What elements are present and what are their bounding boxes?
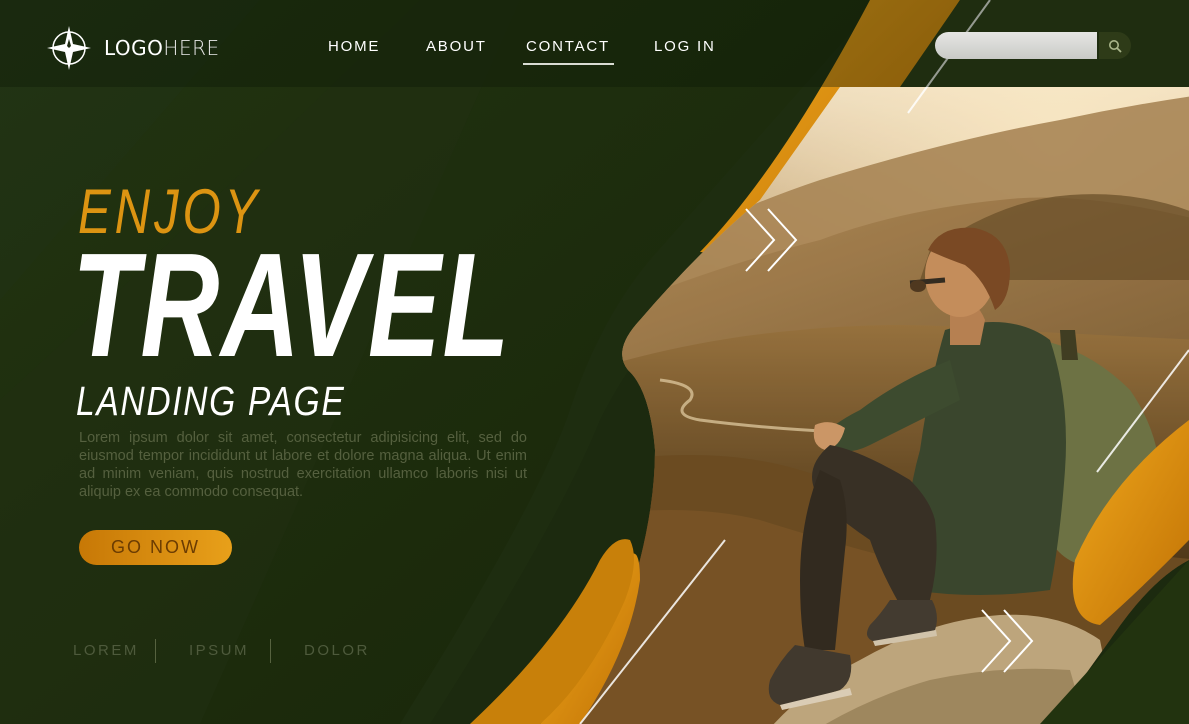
go-now-button[interactable]: GO NOW: [79, 530, 232, 565]
search-input[interactable]: [935, 32, 1097, 59]
hero-title: TRAVEL: [72, 223, 511, 388]
search-icon: [1109, 39, 1122, 53]
nav-contact[interactable]: CONTACT: [523, 38, 614, 65]
hero-body-text: Lorem ipsum dolor sit amet, consectetur …: [79, 430, 527, 500]
nav-home[interactable]: HOME: [328, 38, 380, 55]
nav-log-in[interactable]: LOG IN: [654, 38, 716, 55]
logo-text: LOGOHERE: [104, 36, 220, 60]
logo-text-bold: LOGO: [104, 36, 164, 60]
double-chevron-right-icon-bottom: [981, 609, 1034, 673]
compass-star-icon: [47, 26, 91, 70]
footer-link-dolor[interactable]: DOLOR: [304, 642, 370, 659]
logo-text-light: HERE: [163, 36, 220, 60]
hero-subtitle: LANDING PAGE: [76, 378, 346, 424]
footer-link-lorem[interactable]: LOREM: [73, 642, 139, 659]
footer-link-ipsum[interactable]: IPSUM: [189, 642, 249, 659]
double-chevron-right-icon: [745, 208, 798, 272]
search-bar: [935, 32, 1131, 59]
footer-divider: [155, 639, 156, 663]
search-button[interactable]: [1099, 32, 1131, 59]
nav-about[interactable]: ABOUT: [426, 38, 487, 55]
logo[interactable]: LOGOHERE: [46, 25, 220, 71]
footer-divider: [270, 639, 271, 663]
landing-page: LOGOHERE HOME ABOUT CONTACT LOG IN ENJOY…: [0, 0, 1189, 724]
